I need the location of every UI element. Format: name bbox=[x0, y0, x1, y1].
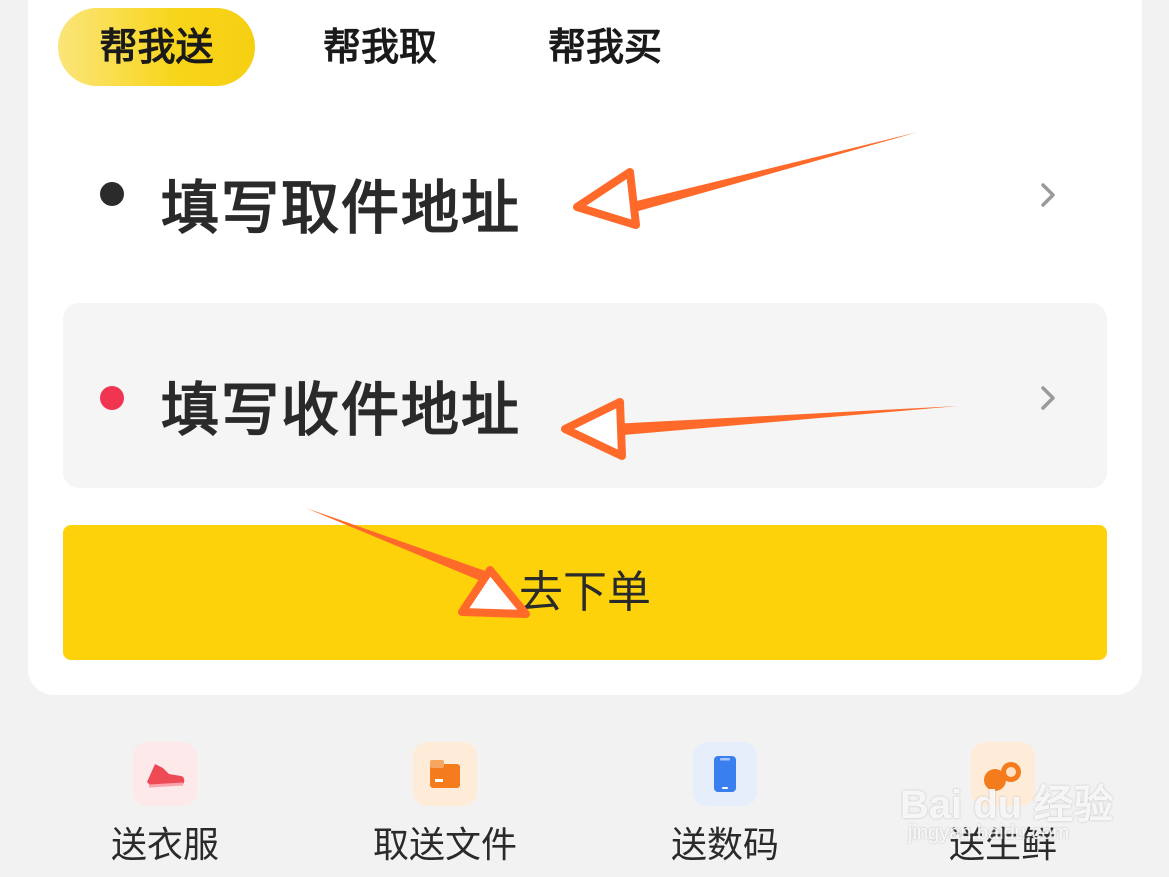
phone-icon bbox=[693, 742, 757, 806]
receive-address-row[interactable]: 填写收件地址 bbox=[63, 303, 1107, 488]
sneaker-icon bbox=[133, 742, 197, 806]
chevron-right-icon bbox=[1041, 183, 1055, 207]
category-send-clothes[interactable]: 送衣服 bbox=[65, 738, 265, 868]
receive-address-label: 填写收件地址 bbox=[161, 376, 522, 444]
place-order-button[interactable]: 去下单 bbox=[63, 525, 1107, 660]
tab-help-buy[interactable]: 帮我买 bbox=[525, 8, 685, 86]
receive-dot-icon bbox=[100, 386, 124, 410]
category-send-fresh[interactable]: 送生鲜 bbox=[903, 738, 1103, 868]
pickup-address-label: 填写取件地址 bbox=[161, 174, 522, 242]
tab-help-send[interactable]: 帮我送 bbox=[58, 8, 255, 86]
category-send-documents[interactable]: 取送文件 bbox=[345, 738, 545, 868]
fresh-food-icon bbox=[971, 742, 1035, 806]
category-label: 送衣服 bbox=[110, 825, 219, 866]
tab-help-pickup[interactable]: 帮我取 bbox=[300, 8, 460, 86]
category-send-digital[interactable]: 送数码 bbox=[625, 738, 825, 868]
category-label: 送数码 bbox=[670, 825, 779, 866]
delivery-order-page: 帮我送 帮我取 帮我买 填写取件地址 填写收件地址 去下单 送衣服 取送文件 送… bbox=[0, 0, 1169, 877]
chevron-right-icon bbox=[1041, 386, 1055, 410]
pickup-address-row[interactable]: 填写取件地址 bbox=[63, 105, 1107, 290]
folder-icon bbox=[413, 742, 477, 806]
category-label: 送生鲜 bbox=[948, 825, 1057, 866]
pickup-dot-icon bbox=[100, 182, 124, 206]
category-label: 取送文件 bbox=[372, 825, 517, 866]
